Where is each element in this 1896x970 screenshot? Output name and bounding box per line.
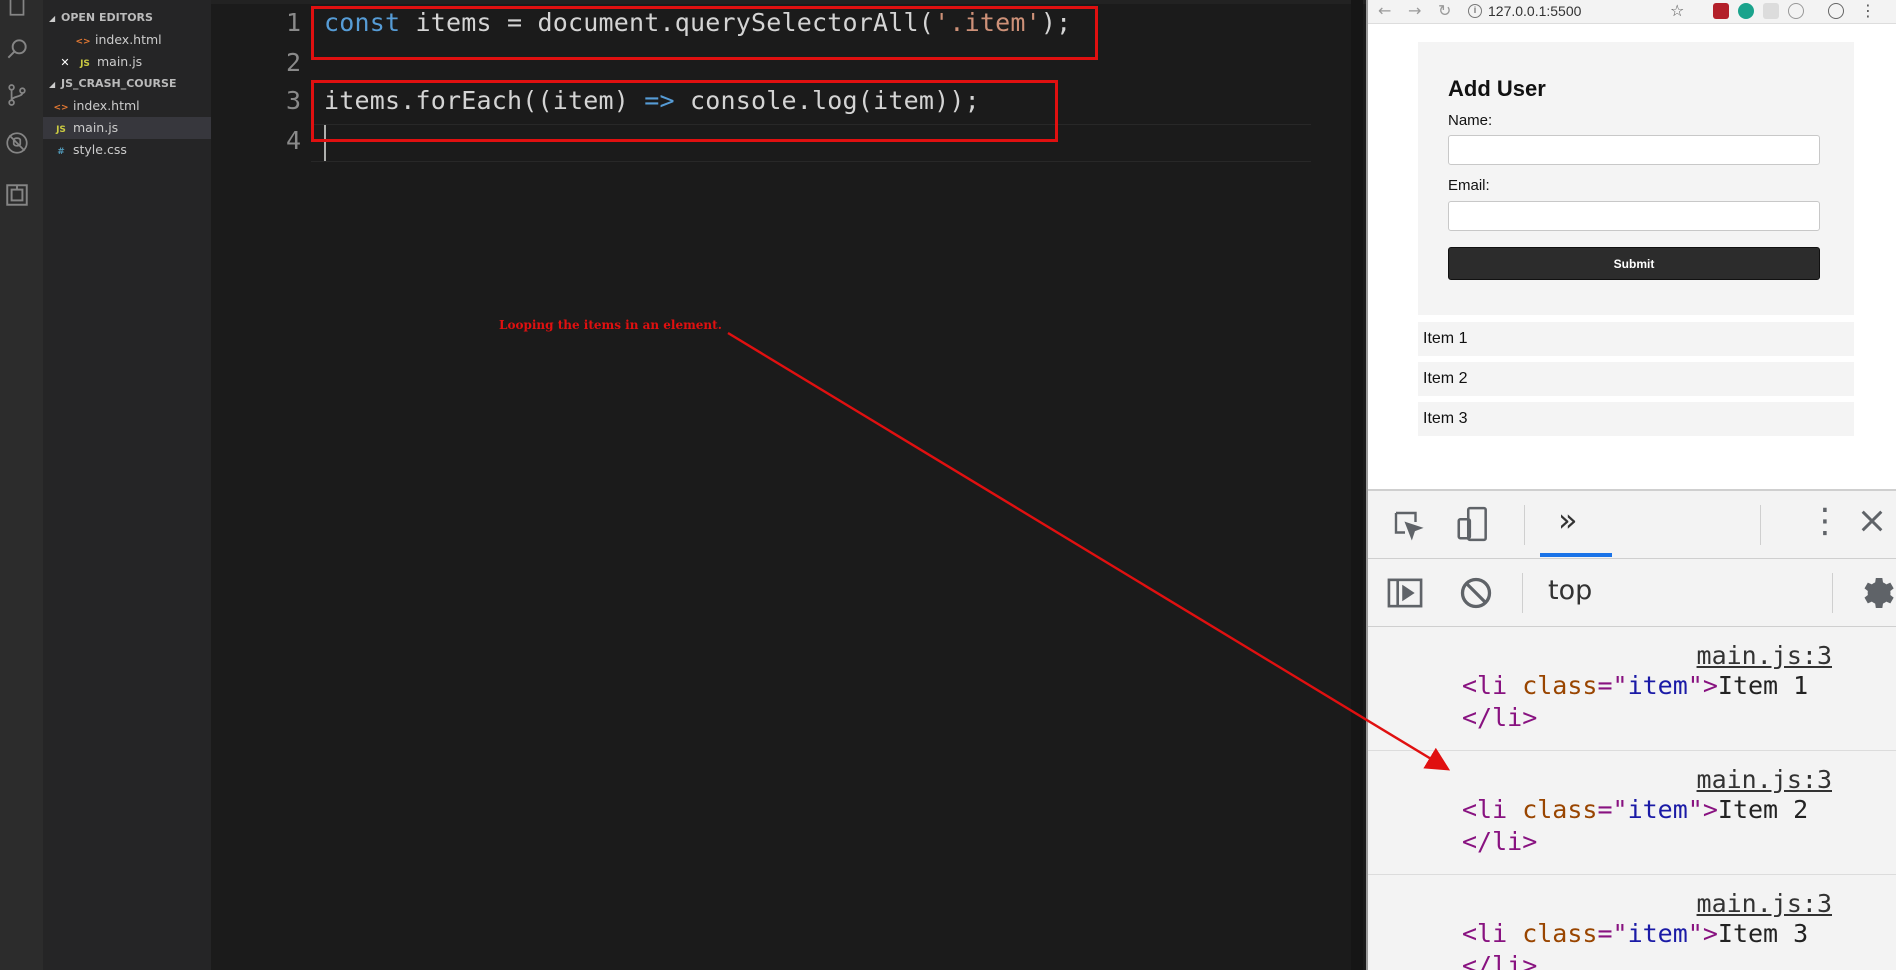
- devtools-toolbar: » ⋮: [1368, 491, 1896, 559]
- extension-icon[interactable]: [1713, 3, 1729, 19]
- line-number: 3: [285, 86, 301, 115]
- activity-bar: [0, 0, 43, 970]
- name-label: Name:: [1448, 112, 1493, 129]
- form-title: Add User: [1448, 76, 1546, 101]
- html-file-icon: <>: [53, 103, 69, 113]
- active-tab-indicator: [1540, 553, 1612, 557]
- extension-icon[interactable]: [1788, 3, 1804, 19]
- highlight-box-line-1: [311, 6, 1098, 60]
- more-menu-icon[interactable]: ⋮: [1860, 1, 1876, 21]
- caret-down-icon: ◢: [49, 80, 56, 89]
- extension-icon[interactable]: [1763, 3, 1779, 19]
- back-icon[interactable]: ←: [1378, 1, 1391, 21]
- name-input[interactable]: [1448, 135, 1820, 165]
- console-log-entry: main.js:3 <li class="item">Item 1 </li>: [1368, 627, 1896, 751]
- debug-icon[interactable]: [4, 130, 30, 156]
- css-file-icon: #: [57, 147, 65, 157]
- profile-avatar-icon[interactable]: [1828, 3, 1844, 19]
- file-style-css[interactable]: # style.css: [43, 139, 211, 161]
- html-file-icon: <>: [75, 37, 91, 47]
- sidebar-toggle-icon[interactable]: [1386, 575, 1424, 611]
- file-main-js[interactable]: JS main.js: [43, 117, 211, 139]
- extension-icon[interactable]: [1738, 3, 1754, 19]
- explorer-sidebar: ◢ OPEN EDITORS <> index.html ✕ JS main.js ◢ J…: [43, 0, 211, 970]
- devtools-panel: » ⋮ top main.js:3 <li class="item">Item …: [1368, 489, 1896, 970]
- settings-gear-icon[interactable]: [1856, 573, 1896, 613]
- inspect-element-icon[interactable]: [1390, 507, 1426, 543]
- console-log-entry: main.js:3 <li class="item">Item 2 </li>: [1368, 751, 1896, 875]
- add-user-form: Add User Name: Email: Submit: [1418, 42, 1854, 315]
- open-editors-header[interactable]: ◢ OPEN EDITORS: [43, 7, 211, 29]
- console-toolbar: top: [1368, 559, 1896, 627]
- js-file-icon: JS: [56, 125, 66, 135]
- highlight-box-line-3: [311, 80, 1058, 142]
- email-label: Email:: [1448, 177, 1490, 194]
- submit-button[interactable]: Submit: [1448, 247, 1820, 280]
- explorer-icon[interactable]: [4, 0, 30, 18]
- file-index-html[interactable]: <> index.html: [43, 95, 211, 117]
- search-icon[interactable]: [4, 36, 30, 62]
- close-icon[interactable]: ✕: [57, 52, 73, 74]
- extensions-icon[interactable]: [4, 182, 30, 208]
- line-number: 1: [285, 8, 301, 37]
- log-source-link[interactable]: main.js:3: [1697, 641, 1832, 670]
- more-tabs-button[interactable]: »: [1558, 501, 1578, 539]
- address-bar: ← → ↻ i 127.0.0.1:5500 ☆ ⋮: [1368, 0, 1896, 24]
- clear-console-icon[interactable]: [1458, 575, 1494, 611]
- email-input[interactable]: [1448, 201, 1820, 231]
- page-content: Add User Name: Email: Submit Item 1 Item…: [1368, 24, 1896, 489]
- close-devtools-icon[interactable]: [1856, 505, 1888, 537]
- list-item: Item 1: [1418, 322, 1854, 356]
- kebab-menu-icon[interactable]: ⋮: [1808, 501, 1842, 541]
- line-number: 4: [285, 126, 301, 155]
- reload-icon[interactable]: ↻: [1438, 1, 1451, 21]
- code-editor[interactable]: 1 2 3 4 const items = document.querySele…: [211, 0, 1366, 970]
- forward-icon[interactable]: →: [1408, 1, 1421, 21]
- source-control-icon[interactable]: [4, 82, 30, 108]
- list-item: Item 2: [1418, 362, 1854, 396]
- caret-down-icon: ◢: [49, 14, 56, 23]
- project-header[interactable]: ◢ JS_CRASH_COURSE: [43, 73, 211, 95]
- context-selector[interactable]: top: [1548, 575, 1592, 606]
- annotation-text: Looping the items in an element.: [499, 318, 722, 332]
- site-info-icon[interactable]: i: [1468, 4, 1482, 18]
- line-number: 2: [285, 48, 301, 77]
- console-output: main.js:3 <li class="item">Item 1 </li> …: [1368, 627, 1896, 970]
- list-item: Item 3: [1418, 402, 1854, 436]
- console-log-entry: main.js:3 <li class="item">Item 3 </li>: [1368, 875, 1896, 970]
- bookmark-star-icon[interactable]: ☆: [1670, 1, 1684, 21]
- open-editor-index-html[interactable]: <> index.html: [43, 29, 211, 51]
- url-text[interactable]: 127.0.0.1:5500: [1488, 3, 1581, 19]
- editor-scrollbar[interactable]: [1351, 0, 1363, 970]
- js-file-icon: JS: [80, 59, 90, 69]
- open-editor-main-js[interactable]: ✕ JS main.js: [43, 51, 211, 73]
- browser-window: ← → ↻ i 127.0.0.1:5500 ☆ ⋮ Add User Name…: [1366, 0, 1896, 970]
- device-toggle-icon[interactable]: [1454, 505, 1492, 543]
- log-source-link[interactable]: main.js:3: [1697, 765, 1832, 794]
- log-source-link[interactable]: main.js:3: [1697, 889, 1832, 918]
